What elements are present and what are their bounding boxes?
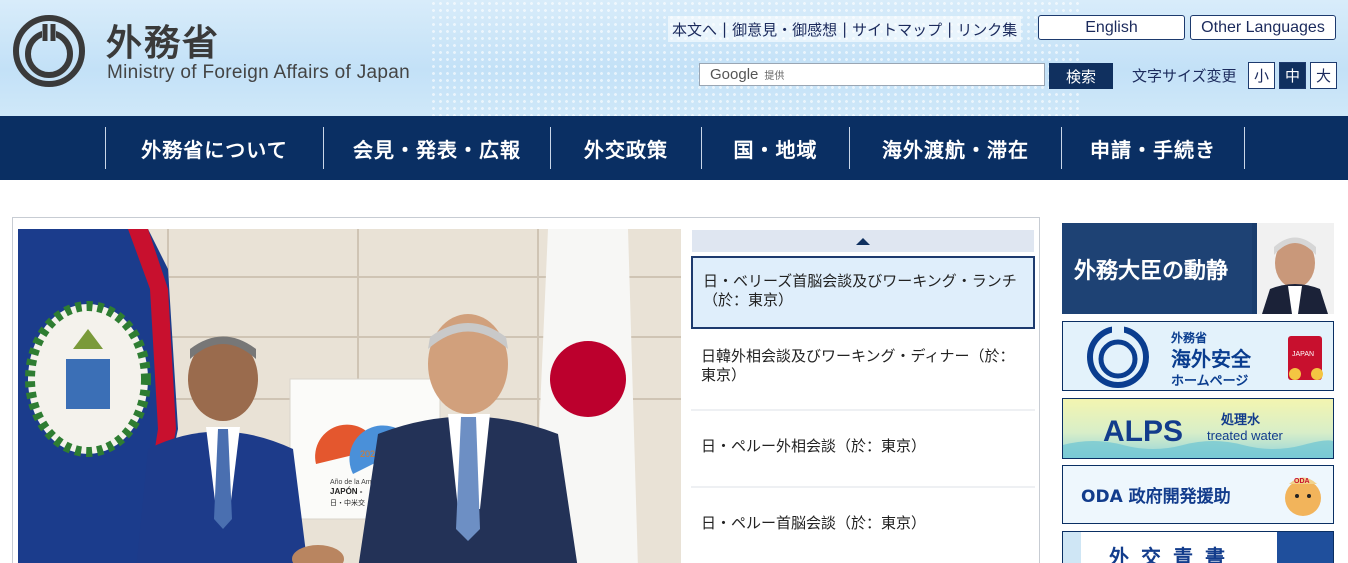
nav-item-press[interactable]: 会見・発表・広報 (324, 127, 550, 169)
divider: | (947, 20, 953, 38)
news-item-title: 日・ペルー首脳会談（於：東京） (701, 514, 927, 532)
font-size-medium-button[interactable]: 中 (1279, 62, 1306, 89)
mofa-logo-icon[interactable] (12, 14, 86, 88)
global-nav: 外務省について 会見・発表・広報 外交政策 国・地域 海外渡航・滞在 申請・手続… (0, 116, 1348, 180)
minister-banner-title: 外務大臣の動静 (1074, 258, 1228, 284)
bluebook-title: 外交青書 (1109, 545, 1237, 563)
search-provided: 提供 (764, 71, 785, 82)
news-item-title: 日韓外相会談及びワーキング・ディナー（於：東京） (701, 347, 1015, 384)
search-input[interactable]: Google 提供 (699, 63, 1045, 86)
util-link-links[interactable]: リンク集 (957, 19, 1017, 40)
util-link-sitemap[interactable]: サイトマップ (852, 19, 942, 40)
photo-illustration: 2025 Año de la Am JAPÓN - 日・中米交 (18, 229, 681, 563)
banner-diplomatic-bluebook[interactable]: 外交青書 (1062, 531, 1334, 563)
news-item-active[interactable]: 日・ベリーズ首脳会談及びワーキング・ランチ（於：東京） (691, 256, 1035, 329)
news-item-title: 日・ペルー外相会談（於：東京） (701, 437, 927, 455)
overseas-safety-banner-art: 外務省 海外安全 ホームページ JAPAN (1063, 322, 1333, 390)
safety-big-text: 海外安全 (1171, 347, 1252, 371)
other-languages-button[interactable]: Other Languages (1190, 15, 1336, 40)
logo-title-en[interactable]: Ministry of Foreign Affairs of Japan (107, 62, 410, 84)
divider: | (842, 20, 848, 38)
banner-alps[interactable]: ALPS 処理水 treated water (1062, 398, 1334, 459)
banner-overseas-safety[interactable]: 外務省 海外安全 ホームページ JAPAN (1062, 321, 1334, 391)
font-size-small-button[interactable]: 小 (1248, 62, 1275, 89)
news-item-title: 日・ベリーズ首脳会談及びワーキング・ランチ（於：東京） (703, 272, 1017, 309)
minister-banner-art: 外務大臣の動静 (1062, 223, 1334, 314)
news-item[interactable]: 日・ペルー外相会談（於：東京） (691, 411, 1035, 486)
featured-photo[interactable]: 2025 Año de la Am JAPÓN - 日・中米交 (18, 229, 681, 563)
utility-links: 本文へ | 御意見・御感想 | サイトマップ | リンク集 (668, 16, 1022, 42)
font-size-large-button[interactable]: 大 (1310, 62, 1337, 89)
news-item[interactable]: 日・ペルー首脳会談（於：東京） (691, 488, 1035, 563)
oda-banner-art: ODA 政府開発援助 ODA (1063, 466, 1333, 523)
util-link-main-content[interactable]: 本文へ (672, 19, 717, 40)
oda-title: ODA 政府開発援助 (1081, 486, 1231, 507)
logo-title-jp[interactable]: 外務省 (106, 14, 220, 66)
font-size-label: 文字サイズ変更 (1132, 67, 1237, 85)
search-brand: Google (710, 66, 759, 83)
safety-sub-text: ホームページ (1171, 374, 1248, 389)
photo-sign-line2: JAPÓN - (330, 487, 363, 496)
nav-item-regions[interactable]: 国・地域 (702, 127, 849, 169)
alps-title: ALPS (1103, 415, 1183, 448)
banner-minister[interactable]: 外務大臣の動静 (1062, 223, 1334, 314)
nav-item-policy[interactable]: 外交政策 (551, 127, 701, 169)
util-link-feedback[interactable]: 御意見・御感想 (732, 19, 837, 40)
alps-banner-art: ALPS 処理水 treated water (1063, 399, 1333, 458)
photo-sign-line3: 日・中米交 (330, 498, 365, 507)
safety-small-text: 外務省 (1171, 330, 1207, 345)
divider: | (722, 20, 728, 38)
photo-sign-line1: Año de la Am (330, 479, 372, 486)
nav-item-overseas[interactable]: 海外渡航・滞在 (850, 127, 1061, 169)
oda-badge: ODA (1294, 478, 1310, 485)
site-header: 外務省 Ministry of Foreign Affairs of Japan… (0, 0, 1348, 116)
bluebook-banner-art: 外交青書 (1063, 532, 1333, 563)
passport-text: JAPAN (1292, 351, 1314, 358)
triangle-up-icon (856, 237, 870, 245)
news-scroll-up-button[interactable] (692, 230, 1034, 252)
news-item[interactable]: 日韓外相会談及びワーキング・ディナー（於：東京） (691, 333, 1035, 409)
alps-jp: 処理水 (1220, 412, 1261, 428)
alps-en: treated water (1207, 428, 1284, 443)
nav-divider (1244, 127, 1245, 169)
banner-oda[interactable]: ODA 政府開発援助 ODA (1062, 465, 1334, 524)
nav-item-about[interactable]: 外務省について (106, 127, 323, 169)
english-button[interactable]: English (1038, 15, 1185, 40)
nav-item-procedures[interactable]: 申請・手続き (1062, 127, 1244, 169)
search-button[interactable]: 検索 (1049, 63, 1113, 89)
